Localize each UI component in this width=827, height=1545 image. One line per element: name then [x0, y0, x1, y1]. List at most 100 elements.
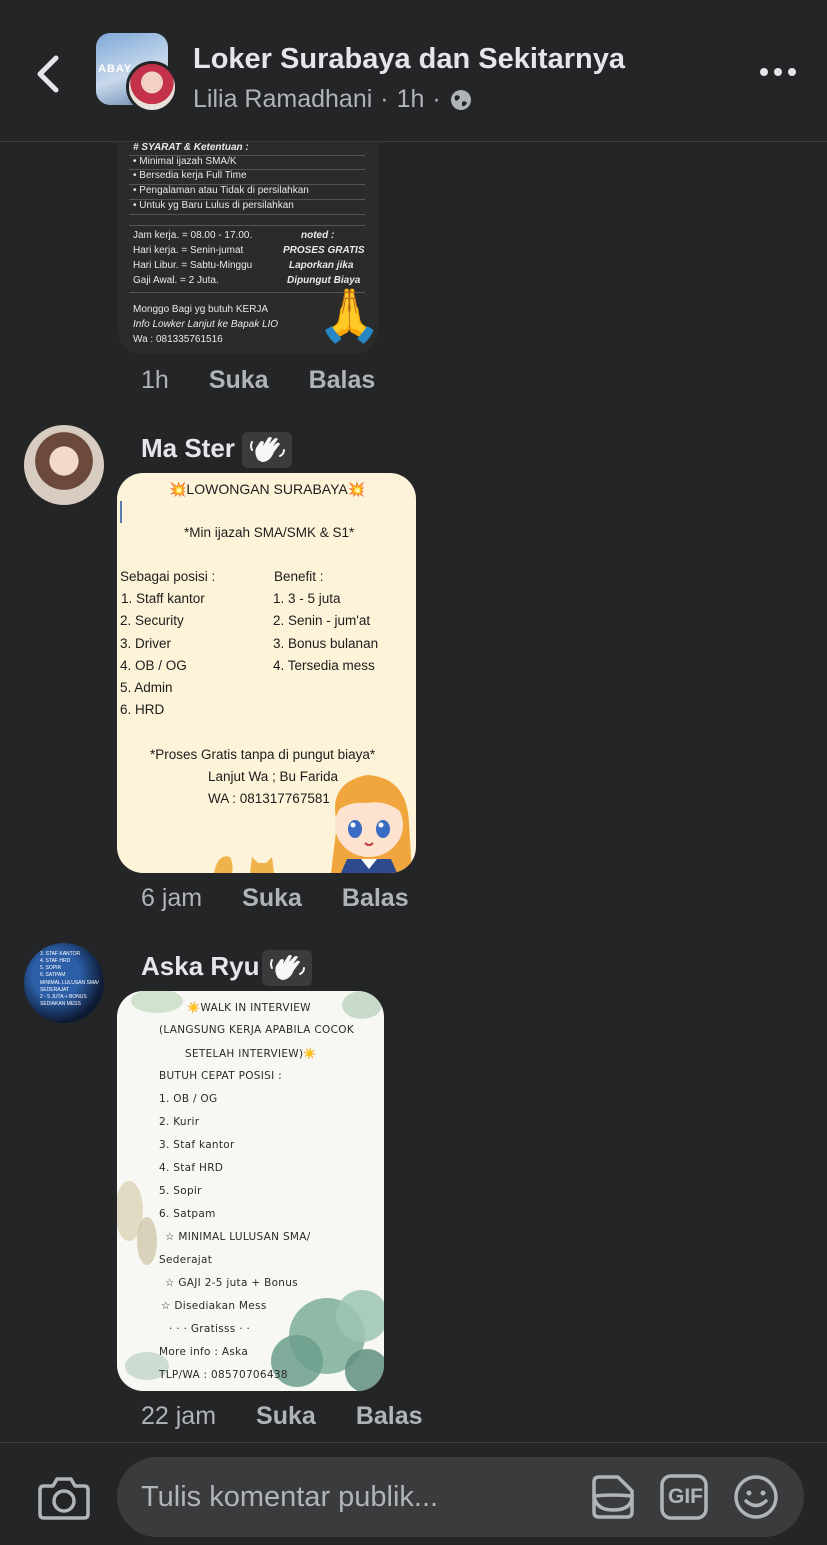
image-text: Jam kerja. = 08.00 - 17.00. — [133, 230, 253, 241]
emoji-icon[interactable] — [732, 1474, 780, 1520]
image-title: 💥LOWONGAN SURABAYA💥 — [169, 481, 366, 497]
image-text: 4. OB / OG — [120, 658, 187, 673]
image-text: noted : — [301, 230, 335, 241]
image-text: 5. Admin — [120, 680, 173, 695]
wave-icon[interactable] — [242, 432, 292, 468]
image-text: SETELAH INTERVIEW)☀️ — [185, 1048, 317, 1060]
image-text: WA : 081317767581 — [208, 791, 330, 806]
image-text: 5. Sopir — [159, 1185, 202, 1197]
image-text: 6. Satpam — [159, 1208, 216, 1220]
image-text: 2. Senin - jum'at — [273, 613, 371, 628]
image-text: ☆ Disediakan Mess — [161, 1300, 267, 1312]
comment-image[interactable]: 💥LOWONGAN SURABAYA💥 *Min ijazah SMA/SMK … — [117, 473, 416, 873]
like-button[interactable]: Suka — [209, 366, 269, 395]
more-options-icon[interactable] — [760, 60, 800, 84]
image-text: Gaji Awal. = 2 Juta. — [133, 275, 219, 286]
gif-button[interactable]: GIF — [660, 1474, 708, 1520]
image-text: 3. Driver — [120, 636, 172, 651]
like-button[interactable]: Suka — [256, 1402, 316, 1431]
post-author[interactable]: Lilia Ramadhani — [193, 85, 372, 114]
comment-time[interactable]: 22 jam — [141, 1402, 216, 1431]
image-text: 1. Staff kantor — [121, 591, 205, 606]
divider — [129, 214, 365, 215]
post-header: ABAY Loker Surabaya dan Sekitarnya Lilia… — [0, 0, 827, 142]
group-name[interactable]: Loker Surabaya dan Sekitarnya — [193, 43, 625, 76]
image-text: • Minimal ijazah SMA/K — [133, 156, 237, 167]
image-text: Info Lowker Lanjut ke Bapak LIO — [133, 319, 279, 330]
image-text: 6. HRD — [120, 702, 165, 717]
comment-image[interactable]: ☀️WALK IN INTERVIEW (LANGSUNG KERJA APAB… — [117, 991, 384, 1391]
image-text: BUTUH CEPAT POSISI : — [159, 1070, 282, 1082]
meta-separator: · — [380, 85, 389, 113]
avatar-text: 6. SATPAM — [40, 972, 66, 978]
avatar-text: 5. SOPIR — [40, 965, 62, 971]
image-text: Monggo Bagi yg butuh KERJA — [133, 304, 269, 315]
wave-icon[interactable] — [262, 950, 312, 986]
commenter-avatar[interactable]: 3. STAF KANTOR 4. STAF HRD 5. SOPIR 6. S… — [24, 943, 104, 1023]
avatar-text: MINIMAL LULUSAN SMA/ — [40, 980, 99, 986]
reply-button[interactable]: Balas — [309, 366, 376, 395]
author-avatar[interactable] — [126, 61, 178, 113]
image-text: • Pengalaman atau Tidak di persilahkan — [133, 185, 309, 196]
image-text: ☆ MINIMAL LULUSAN SMA/ — [165, 1231, 311, 1243]
back-chevron-icon[interactable] — [30, 52, 66, 96]
divider — [129, 225, 365, 226]
anime-girl-illustration — [331, 775, 412, 873]
image-text: 4. Tersedia mess — [273, 658, 375, 673]
image-text: TLP/WA : 08570706438 — [159, 1369, 288, 1381]
cat-illustration — [214, 856, 274, 873]
image-text: *Min ijazah SMA/SMK & S1* — [184, 525, 355, 540]
image-text: ☆ GAJI 2-5 juta + Bonus — [165, 1277, 298, 1289]
comment-time[interactable]: 6 jam — [141, 884, 202, 913]
avatar-text: SEDIAKAN MESS — [40, 1001, 81, 1007]
image-text: Hari kerja. = Senin-jumat — [133, 245, 244, 256]
image-text: 3. Bonus bulanan — [273, 636, 379, 651]
image-text: 2. Security — [120, 613, 184, 628]
meta-separator: · — [432, 85, 441, 113]
comment-input-placeholder: Tulis komentar publik... — [141, 1481, 439, 1513]
like-button[interactable]: Suka — [242, 884, 302, 913]
image-text: More info : Aska — [159, 1346, 249, 1358]
commenter-avatar[interactable] — [24, 425, 104, 505]
post-time[interactable]: 1h — [397, 85, 425, 114]
comment-actions: 6 jam Suka Balas — [141, 884, 409, 913]
commenter-name[interactable]: Aska Ryu — [141, 951, 260, 982]
globe-icon — [450, 89, 471, 110]
comment-actions: 1h Suka Balas — [141, 366, 375, 395]
comment-image[interactable]: # SYARAT & Ketentuan : • Minimal ijazah … — [117, 142, 379, 354]
image-text: • Untuk yg Baru Lulus di persilahkan — [133, 200, 294, 211]
image-text: # SYARAT & Ketentuan : — [133, 142, 249, 153]
text-cursor — [120, 501, 122, 523]
image-text: 4. Staf HRD — [159, 1162, 224, 1174]
image-text: Benefit : — [274, 569, 324, 584]
image-text: Sederajat — [159, 1254, 213, 1266]
commenter-name[interactable]: Ma Ster — [141, 433, 235, 464]
image-text: Wa : 081335761516 — [133, 334, 223, 345]
image-text: 3. Staf kantor — [159, 1139, 235, 1151]
image-text: ☀️WALK IN INTERVIEW — [187, 1002, 311, 1014]
avatar-text: 3. STAF KANTOR — [40, 951, 81, 957]
comment-time[interactable]: 1h — [141, 366, 169, 395]
image-text: Dipungut Biaya — [287, 275, 361, 286]
camera-icon[interactable] — [38, 1474, 90, 1520]
reply-button[interactable]: Balas — [356, 1402, 423, 1431]
image-text: PROSES GRATIS — [283, 245, 365, 256]
sticker-icon[interactable] — [588, 1474, 636, 1520]
praying-hands-emoji: 🙏 — [317, 287, 379, 345]
image-text: 2. Kurir — [159, 1116, 200, 1128]
avatar-text: 4. STAF HRD — [40, 958, 71, 964]
group-avatar-text: ABAY — [98, 63, 133, 75]
image-text: (LANGSUNG KERJA APABILA COCOK — [159, 1024, 355, 1036]
post-meta: Lilia Ramadhani · 1h · — [193, 85, 473, 114]
image-text: Sebagai posisi : — [120, 569, 216, 584]
image-text: Laporkan jika — [289, 260, 354, 271]
image-text: *Proses Gratis tanpa di pungut biaya* — [150, 747, 376, 762]
avatar-text: SEDERAJAT — [40, 987, 70, 993]
comment-actions: 22 jam Suka Balas — [141, 1402, 423, 1431]
image-text: • Bersedia kerja Full Time — [133, 170, 247, 181]
reply-button[interactable]: Balas — [342, 884, 409, 913]
avatar-text: 2 - 5 JUTA + BONUS — [40, 994, 87, 1000]
image-text: 1. 3 - 5 juta — [273, 591, 341, 606]
image-text: 1. OB / OG — [159, 1093, 218, 1105]
image-text: · · · Gratisss · · — [169, 1323, 251, 1335]
